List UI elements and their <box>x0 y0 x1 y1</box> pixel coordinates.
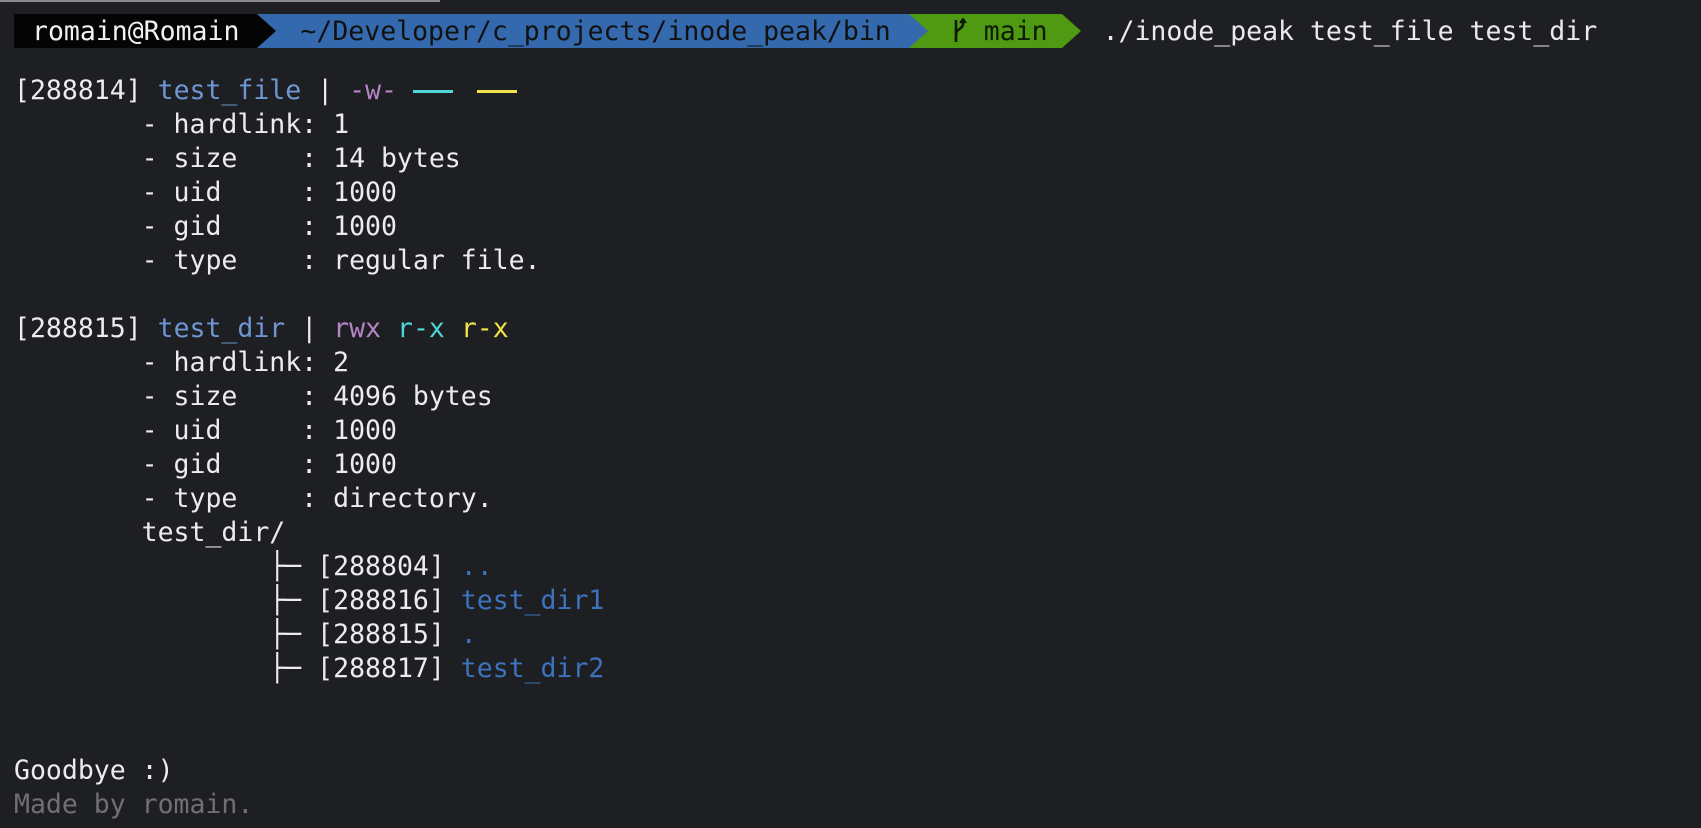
field-value: 1000 <box>333 415 397 446</box>
prompt-user: romain@Romain <box>32 15 240 47</box>
entry-name: test_dir <box>157 313 286 344</box>
field-label: - type : <box>141 483 318 514</box>
child-name: test_dir2 <box>460 653 605 684</box>
child-name: . <box>460 619 477 650</box>
file-hardlink-row: - hardlink: 1 <box>14 108 1701 142</box>
tree-glyph: ├─ <box>269 551 302 582</box>
field-label: - type : <box>141 245 318 276</box>
field-value: 1000 <box>333 177 397 208</box>
field-value: 1000 <box>333 211 397 242</box>
field-label: - uid : <box>141 177 318 208</box>
shell-prompt: romain@Romain ~/Developer/c_projects/ino… <box>14 14 1597 48</box>
perm-other: r-x <box>460 313 509 344</box>
prompt-branch-segment: main <box>927 14 1062 48</box>
command-text[interactable]: ./inode_peak test_file test_dir <box>1081 16 1598 47</box>
inode-number: [288817] <box>317 653 445 684</box>
inode-number: [288815] <box>14 313 142 344</box>
top-divider <box>0 0 440 2</box>
perm-other-dashes <box>476 90 517 93</box>
inode-number: [288804] <box>317 551 445 582</box>
inode-number: [288814] <box>14 75 142 106</box>
perm-user: -w- <box>349 75 397 106</box>
dir-listing-item: ├─ [288816] test_dir1 <box>14 584 1701 618</box>
terminal-output: [288814] test_file | -w- - hardlink: 1 -… <box>14 74 1701 822</box>
dir-size-row: - size : 4096 bytes <box>14 380 1701 414</box>
git-branch-icon <box>954 18 967 42</box>
tree-glyph: ├─ <box>269 585 302 616</box>
perm-user: rwx <box>333 313 382 344</box>
file-entry-header: [288814] test_file | -w- <box>14 74 1701 108</box>
file-uid-row: - uid : 1000 <box>14 176 1701 210</box>
prompt-separator-arrow <box>257 14 277 48</box>
field-label: - gid : <box>141 211 318 242</box>
field-label: - gid : <box>141 449 318 480</box>
field-label: - uid : <box>141 415 318 446</box>
field-label: - hardlink: <box>141 347 318 378</box>
field-value: directory. <box>333 483 493 514</box>
file-gid-row: - gid : 1000 <box>14 210 1701 244</box>
goodbye-message: Goodbye :) <box>14 755 174 786</box>
prompt-separator-arrow <box>1061 14 1081 48</box>
file-size-row: - size : 14 bytes <box>14 142 1701 176</box>
child-name: test_dir1 <box>460 585 605 616</box>
prompt-branch: main <box>983 15 1048 47</box>
field-label: - size : <box>141 381 318 412</box>
perm-group-dashes <box>412 90 453 93</box>
dir-hardlink-row: - hardlink: 2 <box>14 346 1701 380</box>
dir-listing-item: ├─ [288817] test_dir2 <box>14 652 1701 686</box>
dir-listing-item: ├─ [288815] . <box>14 618 1701 652</box>
dir-type-row: - type : directory. <box>14 482 1701 516</box>
field-label: - size : <box>141 143 318 174</box>
dir-uid-row: - uid : 1000 <box>14 414 1701 448</box>
field-value: 1000 <box>333 449 397 480</box>
dir-listing-item: ├─ [288804] .. <box>14 550 1701 584</box>
separator: | <box>317 75 334 106</box>
field-value: regular file. <box>333 245 541 276</box>
field-value: 14 bytes <box>333 143 461 174</box>
tree-glyph: ├─ <box>269 619 302 650</box>
dir-gid-row: - gid : 1000 <box>14 448 1701 482</box>
entry-name: test_file <box>157 75 302 106</box>
dir-entry-header: [288815] test_dir | rwx r-x r-x <box>14 312 1701 346</box>
file-type-row: - type : regular file. <box>14 244 1701 278</box>
separator: | <box>301 313 318 344</box>
field-label: - hardlink: <box>141 109 318 140</box>
prompt-path-segment: ~/Developer/c_projects/inode_peak/bin <box>276 14 909 48</box>
perm-group: r-x <box>397 313 445 344</box>
inode-number: [288816] <box>317 585 445 616</box>
prompt-separator-arrow <box>908 14 928 48</box>
child-name: .. <box>460 551 493 582</box>
credit-line: Made by romain. <box>14 789 254 820</box>
field-value: 2 <box>333 347 350 378</box>
field-value: 4096 bytes <box>333 381 493 412</box>
field-value: 1 <box>333 109 350 140</box>
tree-glyph: ├─ <box>269 653 302 684</box>
inode-number: [288815] <box>317 619 445 650</box>
prompt-path: ~/Developer/c_projects/inode_peak/bin <box>300 15 891 47</box>
dir-listing-header: test_dir/ <box>141 517 286 548</box>
prompt-user-segment: romain@Romain <box>14 14 258 48</box>
